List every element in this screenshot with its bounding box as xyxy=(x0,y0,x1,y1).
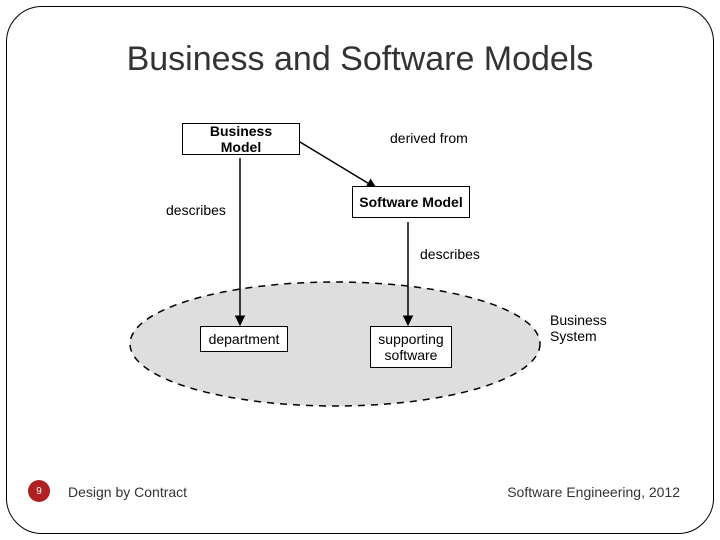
label-business-system: Business System xyxy=(550,312,607,344)
diagram-svg xyxy=(90,120,630,420)
node-business-model: Business Model xyxy=(182,123,300,155)
slide-title: Business and Software Models xyxy=(0,40,720,79)
diagram-area: Business Model Software Model department… xyxy=(90,120,630,420)
page-number-badge: 9 xyxy=(28,480,50,502)
footer-left: Design by Contract xyxy=(68,484,187,500)
edge-label-derived-from: derived from xyxy=(390,130,468,146)
footer-right: Software Engineering, 2012 xyxy=(507,484,680,500)
node-department: department xyxy=(200,326,288,352)
edge-label-describes-left: describes xyxy=(166,202,226,218)
node-software-model: Software Model xyxy=(352,186,470,218)
node-supporting-software: supporting software xyxy=(370,326,452,368)
edge-label-describes-right: describes xyxy=(420,246,480,262)
